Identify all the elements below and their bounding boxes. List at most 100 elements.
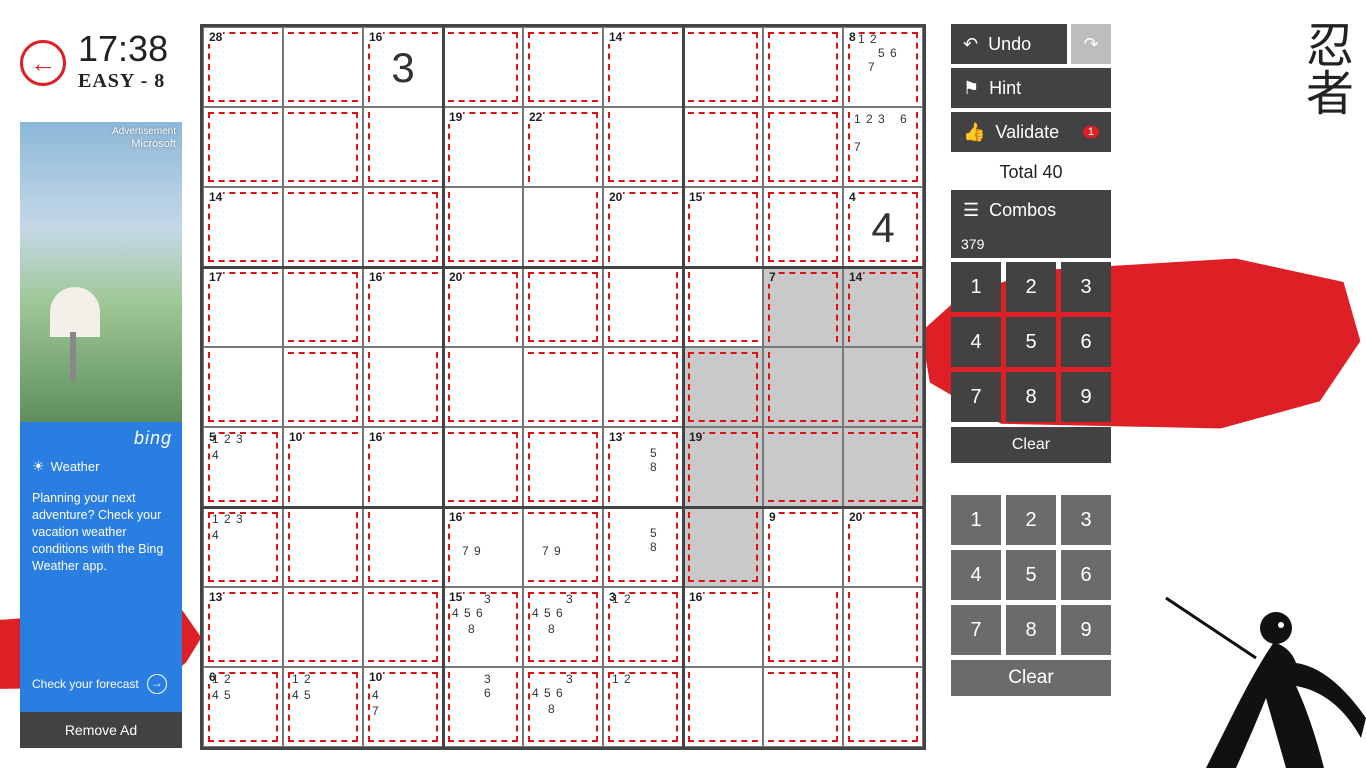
- pencil-key-2[interactable]: 2: [1006, 262, 1056, 312]
- cell-r5-c6[interactable]: 19: [683, 427, 763, 507]
- cell-r7-c3[interactable]: 1534 5 68: [443, 587, 523, 667]
- ad-link[interactable]: Check your forecast →: [32, 674, 167, 694]
- cell-r7-c5[interactable]: 31 2: [603, 587, 683, 667]
- cell-r8-c4[interactable]: 34 5 68: [523, 667, 603, 747]
- undo-button[interactable]: ↶Undo: [951, 24, 1067, 64]
- cell-r0-c5[interactable]: 14: [603, 27, 683, 107]
- cell-r1-c2[interactable]: [363, 107, 443, 187]
- cell-r6-c5[interactable]: 58: [603, 507, 683, 587]
- pencil-key-4[interactable]: 4: [951, 317, 1001, 367]
- cell-r5-c2[interactable]: 16: [363, 427, 443, 507]
- cell-r8-c8[interactable]: [843, 667, 923, 747]
- cell-r2-c2[interactable]: [363, 187, 443, 267]
- cell-r2-c6[interactable]: 15: [683, 187, 763, 267]
- entry-key-2[interactable]: 2: [1006, 495, 1056, 545]
- cell-r1-c7[interactable]: [763, 107, 843, 187]
- cell-r7-c8[interactable]: [843, 587, 923, 667]
- cell-r2-c0[interactable]: 14: [203, 187, 283, 267]
- cell-r4-c4[interactable]: [523, 347, 603, 427]
- cell-r0-c7[interactable]: [763, 27, 843, 107]
- cell-r5-c8[interactable]: [843, 427, 923, 507]
- cell-r7-c4[interactable]: 34 5 68: [523, 587, 603, 667]
- cell-r1-c0[interactable]: [203, 107, 283, 187]
- cell-r1-c5[interactable]: [603, 107, 683, 187]
- kakuro-board[interactable]: 281631481 25 6719221 2 36714201544171620…: [200, 24, 926, 750]
- cell-r7-c2[interactable]: [363, 587, 443, 667]
- pencil-key-3[interactable]: 3: [1061, 262, 1111, 312]
- cell-r2-c5[interactable]: 20: [603, 187, 683, 267]
- entry-key-7[interactable]: 7: [951, 605, 1001, 655]
- cell-r3-c7[interactable]: 7: [763, 267, 843, 347]
- cell-r2-c8[interactable]: 44: [843, 187, 923, 267]
- cell-r5-c7[interactable]: [763, 427, 843, 507]
- cell-r1-c8[interactable]: 1 2 367: [843, 107, 923, 187]
- pencil-key-7[interactable]: 7: [951, 372, 1001, 422]
- cell-r2-c4[interactable]: [523, 187, 603, 267]
- cell-r8-c7[interactable]: [763, 667, 843, 747]
- cell-r0-c8[interactable]: 81 25 67: [843, 27, 923, 107]
- cell-r1-c3[interactable]: 19: [443, 107, 523, 187]
- cell-r3-c1[interactable]: [283, 267, 363, 347]
- hint-button[interactable]: ⚑Hint: [951, 68, 1111, 108]
- cell-r1-c1[interactable]: [283, 107, 363, 187]
- cell-r8-c2[interactable]: 1047: [363, 667, 443, 747]
- cell-r4-c3[interactable]: [443, 347, 523, 427]
- cell-r4-c0[interactable]: [203, 347, 283, 427]
- entry-key-3[interactable]: 3: [1061, 495, 1111, 545]
- entry-key-8[interactable]: 8: [1006, 605, 1056, 655]
- cell-r7-c6[interactable]: 16: [683, 587, 763, 667]
- cell-r4-c2[interactable]: [363, 347, 443, 427]
- cell-r7-c0[interactable]: 13: [203, 587, 283, 667]
- entry-key-clear[interactable]: Clear: [951, 660, 1111, 696]
- cell-r8-c0[interactable]: 61 24 5: [203, 667, 283, 747]
- cell-r1-c4[interactable]: 22: [523, 107, 603, 187]
- cell-r0-c2[interactable]: 163: [363, 27, 443, 107]
- pencil-key-6[interactable]: 6: [1061, 317, 1111, 367]
- pencil-key-8[interactable]: 8: [1006, 372, 1056, 422]
- cell-r4-c1[interactable]: [283, 347, 363, 427]
- cell-r3-c5[interactable]: [603, 267, 683, 347]
- cell-r4-c6[interactable]: [683, 347, 763, 427]
- cell-r3-c6[interactable]: [683, 267, 763, 347]
- entry-key-1[interactable]: 1: [951, 495, 1001, 545]
- cell-r7-c7[interactable]: [763, 587, 843, 667]
- cell-r6-c0[interactable]: 1 2 34: [203, 507, 283, 587]
- cell-r0-c3[interactable]: [443, 27, 523, 107]
- back-button[interactable]: ←: [20, 40, 66, 86]
- cell-r8-c3[interactable]: 36: [443, 667, 523, 747]
- entry-key-5[interactable]: 5: [1006, 550, 1056, 600]
- entry-key-6[interactable]: 6: [1061, 550, 1111, 600]
- cell-r5-c5[interactable]: 1358: [603, 427, 683, 507]
- cell-r6-c7[interactable]: 9: [763, 507, 843, 587]
- cell-r0-c4[interactable]: [523, 27, 603, 107]
- cell-r2-c3[interactable]: [443, 187, 523, 267]
- pencil-key-9[interactable]: 9: [1061, 372, 1111, 422]
- remove-ad-button[interactable]: Remove Ad: [20, 712, 182, 748]
- redo-button[interactable]: ↷: [1071, 24, 1111, 64]
- cell-r0-c0[interactable]: 28: [203, 27, 283, 107]
- cell-r4-c7[interactable]: [763, 347, 843, 427]
- validate-button[interactable]: 👍Validate1: [951, 112, 1111, 152]
- pencil-key-5[interactable]: 5: [1006, 317, 1056, 367]
- cell-r3-c3[interactable]: 20: [443, 267, 523, 347]
- cell-r5-c4[interactable]: [523, 427, 603, 507]
- cell-r5-c0[interactable]: 51 2 34: [203, 427, 283, 507]
- pencil-key-1[interactable]: 1: [951, 262, 1001, 312]
- pencil-key-clear[interactable]: Clear: [951, 427, 1111, 463]
- cell-r3-c8[interactable]: 14: [843, 267, 923, 347]
- entry-key-9[interactable]: 9: [1061, 605, 1111, 655]
- cell-r7-c1[interactable]: [283, 587, 363, 667]
- cell-r3-c4[interactable]: [523, 267, 603, 347]
- cell-r3-c2[interactable]: 16: [363, 267, 443, 347]
- cell-r8-c6[interactable]: [683, 667, 763, 747]
- cell-r6-c6[interactable]: [683, 507, 763, 587]
- entry-key-4[interactable]: 4: [951, 550, 1001, 600]
- cell-r5-c1[interactable]: 10: [283, 427, 363, 507]
- cell-r8-c5[interactable]: 1 2: [603, 667, 683, 747]
- cell-r2-c7[interactable]: [763, 187, 843, 267]
- cell-r6-c1[interactable]: [283, 507, 363, 587]
- cell-r2-c1[interactable]: [283, 187, 363, 267]
- cell-r0-c6[interactable]: [683, 27, 763, 107]
- cell-r8-c1[interactable]: 1 24 5: [283, 667, 363, 747]
- cell-r6-c4[interactable]: 7 9: [523, 507, 603, 587]
